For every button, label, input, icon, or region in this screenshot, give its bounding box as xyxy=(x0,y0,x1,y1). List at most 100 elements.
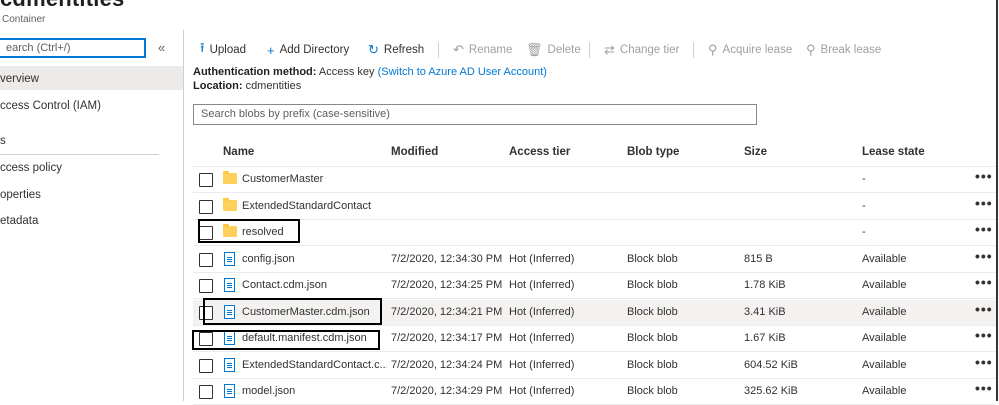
location-line: Location: cdmentities xyxy=(193,80,301,92)
row-name[interactable]: Contact.cdm.json xyxy=(242,279,387,291)
row-more-actions-button[interactable]: ••• xyxy=(975,380,993,396)
page-title: cdmentities xyxy=(0,0,124,12)
row-name[interactable]: model.json xyxy=(242,385,387,397)
sidebar-separator xyxy=(0,154,159,155)
sidebar-item-access-policy[interactable]: ccess policy xyxy=(0,162,62,174)
toolbar-separator xyxy=(438,42,439,58)
row-more-actions-button[interactable]: ••• xyxy=(975,221,993,237)
row-checkbox[interactable] xyxy=(199,252,213,267)
row-lease-state: Available xyxy=(862,305,907,318)
window-edge xyxy=(996,0,998,404)
collapse-sidebar-icon[interactable]: « xyxy=(158,40,165,55)
row-more-actions-button[interactable]: ••• xyxy=(975,327,993,343)
column-header-blob-type[interactable]: Blob type xyxy=(627,146,679,158)
refresh-button[interactable]: ↻ Refresh xyxy=(368,41,424,59)
row-name[interactable]: config.json xyxy=(242,253,387,265)
row-blob-type: Block blob xyxy=(627,252,678,265)
table-row[interactable]: Contact.cdm.json 7/2/2020, 12:34:25 PM Hot… xyxy=(193,273,996,299)
table-row[interactable]: config.json 7/2/2020, 12:34:30 PM Hot (Inf… xyxy=(193,247,996,273)
row-more-actions-button[interactable]: ••• xyxy=(975,274,993,290)
row-blob-type: Block blob xyxy=(627,279,678,291)
break-lease-button[interactable]: ⚲ Break lease xyxy=(806,41,881,59)
row-modified: 7/2/2020, 12:34:24 PM xyxy=(391,358,503,371)
row-blob-type: Block blob xyxy=(627,385,678,397)
toolbar-separator xyxy=(693,42,694,58)
row-checkbox[interactable] xyxy=(199,385,213,399)
row-lease-state: Available xyxy=(862,385,907,397)
row-access-tier: Hot (Inferred) xyxy=(509,252,575,265)
column-header-lease-state[interactable]: Lease state xyxy=(862,146,925,158)
delete-button[interactable]: 🗑 Delete xyxy=(526,41,581,59)
annotation-box xyxy=(198,219,300,243)
row-access-tier: Hot (Inferred) xyxy=(509,358,575,371)
row-modified: 7/2/2020, 12:34:17 PM xyxy=(391,332,503,344)
row-more-actions-button[interactable]: ••• xyxy=(975,168,993,184)
row-modified: 7/2/2020, 12:34:30 PM xyxy=(391,252,503,265)
change-tier-button[interactable]: ⇄ Change tier xyxy=(604,41,679,59)
column-header-modified[interactable]: Modified xyxy=(391,146,438,158)
column-header-name[interactable]: Name xyxy=(223,146,254,158)
row-checkbox[interactable] xyxy=(199,199,213,214)
file-icon xyxy=(224,251,235,266)
folder-icon xyxy=(223,197,237,211)
row-name[interactable]: ExtendedStandardContact xyxy=(242,200,387,212)
row-size: 1.78 KiB xyxy=(744,279,786,291)
trash-icon: 🗑 xyxy=(526,42,543,57)
row-more-actions-button[interactable]: ••• xyxy=(975,195,993,211)
row-more-actions-button[interactable]: ••• xyxy=(975,301,993,317)
refresh-icon: ↻ xyxy=(368,42,379,57)
row-lease-state: - xyxy=(862,226,866,238)
row-name[interactable]: ExtendedStandardContact.c... xyxy=(242,359,387,371)
acquire-lease-button[interactable]: ⚲ Acquire lease xyxy=(708,41,792,59)
row-lease-state: - xyxy=(862,173,866,185)
table-row[interactable]: resolved - ••• xyxy=(193,220,996,246)
row-access-tier: Hot (Inferred) xyxy=(509,385,575,397)
row-size: 815 B xyxy=(744,252,773,265)
row-lease-state: Available xyxy=(862,358,907,371)
row-blob-type: Block blob xyxy=(627,305,678,318)
location-value: cdmentities xyxy=(245,80,302,92)
row-size: 325.62 KiB xyxy=(744,385,798,397)
row-modified: 7/2/2020, 12:34:29 PM xyxy=(391,385,503,397)
annotation-box xyxy=(203,298,382,325)
row-access-tier: Hot (Inferred) xyxy=(509,279,575,291)
row-lease-state: Available xyxy=(862,252,907,265)
file-icon xyxy=(224,384,235,398)
row-modified: 7/2/2020, 12:34:21 PM xyxy=(391,305,503,318)
row-more-actions-button[interactable]: ••• xyxy=(975,248,993,264)
sidebar-search-input[interactable]: earch (Ctrl+/) xyxy=(0,38,146,58)
row-size: 604.52 KiB xyxy=(744,358,798,371)
column-header-size[interactable]: Size xyxy=(744,146,767,158)
auth-method-label: Authentication method: xyxy=(193,66,317,78)
add-directory-button[interactable]: + Add Directory xyxy=(267,41,349,59)
rename-button[interactable]: ↶ Rename xyxy=(453,41,512,59)
sidebar-item-properties[interactable]: operties xyxy=(0,189,41,201)
break-lease-icon: ⚲ xyxy=(806,42,816,57)
upload-button[interactable]: ⭱ Upload xyxy=(200,40,246,59)
row-modified: 7/2/2020, 12:34:25 PM xyxy=(391,279,503,291)
page-subtitle: Container xyxy=(2,14,46,25)
column-header-access-tier[interactable]: Access tier xyxy=(509,146,570,158)
row-checkbox[interactable] xyxy=(199,358,213,373)
switch-auth-link[interactable]: (Switch to Azure AD User Account) xyxy=(378,66,547,78)
sidebar-item-metadata[interactable]: etadata xyxy=(0,215,38,227)
row-lease-state: - xyxy=(862,199,866,212)
row-lease-state: Available xyxy=(862,332,907,344)
annotation-box xyxy=(192,330,380,350)
row-access-tier: Hot (Inferred) xyxy=(509,305,575,318)
row-checkbox[interactable] xyxy=(199,279,213,293)
table-row[interactable]: ExtendedStandardContact.c... 7/2/2020, 12… xyxy=(193,353,996,379)
folder-icon xyxy=(223,171,237,184)
sidebar-item-overview[interactable]: verview xyxy=(0,73,39,85)
toolbar-separator xyxy=(589,42,590,58)
rename-icon: ↶ xyxy=(453,42,464,57)
sidebar-item-access-control[interactable]: ccess Control (IAM) xyxy=(0,100,101,112)
table-row[interactable]: ExtendedStandardContact - ••• xyxy=(193,194,996,220)
plus-icon: + xyxy=(267,42,275,58)
row-checkbox[interactable] xyxy=(199,173,213,187)
row-more-actions-button[interactable]: ••• xyxy=(975,354,993,370)
row-lease-state: Available xyxy=(862,279,907,291)
blob-prefix-search-input[interactable]: Search blobs by prefix (case-sensitive) xyxy=(193,104,757,125)
table-row[interactable]: CustomerMaster - ••• xyxy=(193,167,996,193)
row-name[interactable]: CustomerMaster xyxy=(242,173,387,185)
